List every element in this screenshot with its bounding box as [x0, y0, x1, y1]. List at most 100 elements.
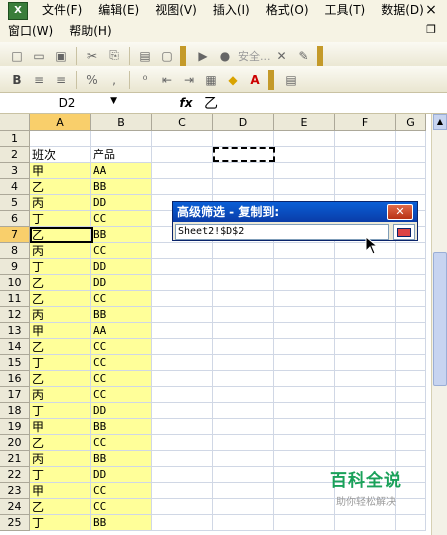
cell[interactable] — [274, 275, 335, 291]
cell[interactable] — [152, 291, 213, 307]
cell[interactable] — [396, 339, 426, 355]
cell[interactable] — [152, 515, 213, 531]
cell[interactable] — [152, 371, 213, 387]
cell[interactable]: 甲 — [30, 323, 91, 339]
fx-icon[interactable]: fx — [172, 96, 200, 110]
cell[interactable]: 丙 — [30, 451, 91, 467]
cell[interactable] — [335, 275, 396, 291]
cell[interactable] — [396, 307, 426, 323]
cell[interactable]: 乙 — [30, 435, 91, 451]
cell[interactable] — [213, 371, 274, 387]
cell[interactable]: 甲 — [30, 163, 91, 179]
extra-toolbar-icon[interactable]: ▤ — [282, 71, 300, 89]
menu-item[interactable]: 编辑(E) — [90, 0, 147, 21]
cell[interactable]: 乙 — [30, 179, 91, 195]
cell[interactable] — [274, 339, 335, 355]
row-header[interactable]: 17 — [0, 387, 30, 403]
new-icon[interactable]: □ — [8, 47, 26, 65]
cell[interactable]: 甲 — [30, 419, 91, 435]
row-header[interactable]: 1 — [0, 131, 30, 147]
collapse-dialog-button[interactable] — [393, 224, 415, 240]
column-header-c[interactable]: C — [152, 114, 213, 131]
cell[interactable] — [213, 403, 274, 419]
cell[interactable] — [335, 403, 396, 419]
row-header[interactable]: 10 — [0, 275, 30, 291]
cell[interactable] — [396, 371, 426, 387]
font-color-icon[interactable]: A — [246, 71, 264, 89]
cell[interactable]: 丙 — [30, 307, 91, 323]
cell[interactable] — [152, 419, 213, 435]
row-header[interactable]: 12 — [0, 307, 30, 323]
cell[interactable] — [213, 483, 274, 499]
cut-icon[interactable]: ✂ — [83, 47, 101, 65]
row-header[interactable]: 6 — [0, 211, 30, 227]
cell[interactable] — [274, 243, 335, 259]
dialog-close-button[interactable]: ✕ — [387, 204, 413, 220]
cell[interactable] — [213, 515, 274, 531]
cell[interactable] — [274, 371, 335, 387]
column-header-b[interactable]: B — [91, 114, 152, 131]
cell[interactable] — [213, 275, 274, 291]
toolbar-grip[interactable] — [180, 45, 186, 66]
dialog-title-bar[interactable]: 高级筛选 - 复制到: ✕ — [173, 202, 417, 222]
menu-item[interactable]: 文件(F) — [34, 0, 90, 21]
select-all-corner[interactable] — [0, 114, 30, 131]
close-workbook-icon[interactable]: × — [423, 2, 439, 18]
cell[interactable]: CC — [91, 355, 152, 371]
decrease-indent-icon[interactable]: ⇤ — [158, 71, 176, 89]
cell[interactable] — [152, 323, 213, 339]
cell[interactable]: CC — [91, 371, 152, 387]
row-header[interactable]: 21 — [0, 451, 30, 467]
row-header[interactable]: 15 — [0, 355, 30, 371]
menu-item[interactable]: 视图(V) — [147, 0, 205, 21]
cell[interactable]: AA — [91, 323, 152, 339]
column-header-f[interactable]: F — [335, 114, 396, 131]
align-left-icon[interactable]: ≡ — [30, 71, 48, 89]
cell[interactable] — [152, 147, 213, 163]
cell[interactable] — [152, 451, 213, 467]
cell[interactable] — [396, 291, 426, 307]
cell[interactable] — [274, 403, 335, 419]
cell[interactable]: BB — [91, 179, 152, 195]
cell[interactable]: 乙 — [30, 499, 91, 515]
formula-input[interactable]: 乙 — [204, 93, 218, 113]
cell[interactable] — [274, 355, 335, 371]
cell[interactable]: 丙 — [30, 243, 91, 259]
scroll-up-icon[interactable]: ▲ — [433, 114, 447, 130]
cell[interactable]: DD — [91, 195, 152, 211]
row-header[interactable]: 24 — [0, 499, 30, 515]
cell[interactable]: BB — [91, 307, 152, 323]
increase-indent-icon[interactable]: ⇥ — [180, 71, 198, 89]
cell[interactable]: BB — [91, 451, 152, 467]
row-header[interactable]: 19 — [0, 419, 30, 435]
cell[interactable] — [152, 355, 213, 371]
cell[interactable] — [396, 323, 426, 339]
cell[interactable] — [335, 179, 396, 195]
menu-item[interactable]: 插入(I) — [205, 0, 258, 21]
cell[interactable] — [274, 419, 335, 435]
cell[interactable] — [335, 371, 396, 387]
security-label[interactable]: 安全... — [238, 48, 271, 64]
cell[interactable] — [274, 387, 335, 403]
cell[interactable]: BB — [91, 227, 152, 243]
toolbar-grip[interactable] — [268, 69, 274, 90]
cell[interactable] — [274, 147, 335, 163]
cell[interactable] — [335, 323, 396, 339]
cell[interactable] — [335, 339, 396, 355]
cell[interactable]: CC — [91, 387, 152, 403]
cell[interactable] — [274, 323, 335, 339]
row-header[interactable]: 8 — [0, 243, 30, 259]
row-header[interactable]: 4 — [0, 179, 30, 195]
cell[interactable] — [274, 307, 335, 323]
increase-decimal-icon[interactable]: ⁰ — [136, 71, 154, 89]
form-icon[interactable]: ▤ — [136, 47, 154, 65]
cell[interactable]: 乙 — [30, 339, 91, 355]
row-header[interactable]: 13 — [0, 323, 30, 339]
cell[interactable]: CC — [91, 243, 152, 259]
cell[interactable] — [396, 451, 426, 467]
cell[interactable] — [152, 467, 213, 483]
cell[interactable]: DD — [91, 275, 152, 291]
cell[interactable] — [152, 339, 213, 355]
restore-window-icon[interactable]: ❐ — [423, 22, 439, 38]
scroll-thumb[interactable] — [433, 252, 447, 386]
